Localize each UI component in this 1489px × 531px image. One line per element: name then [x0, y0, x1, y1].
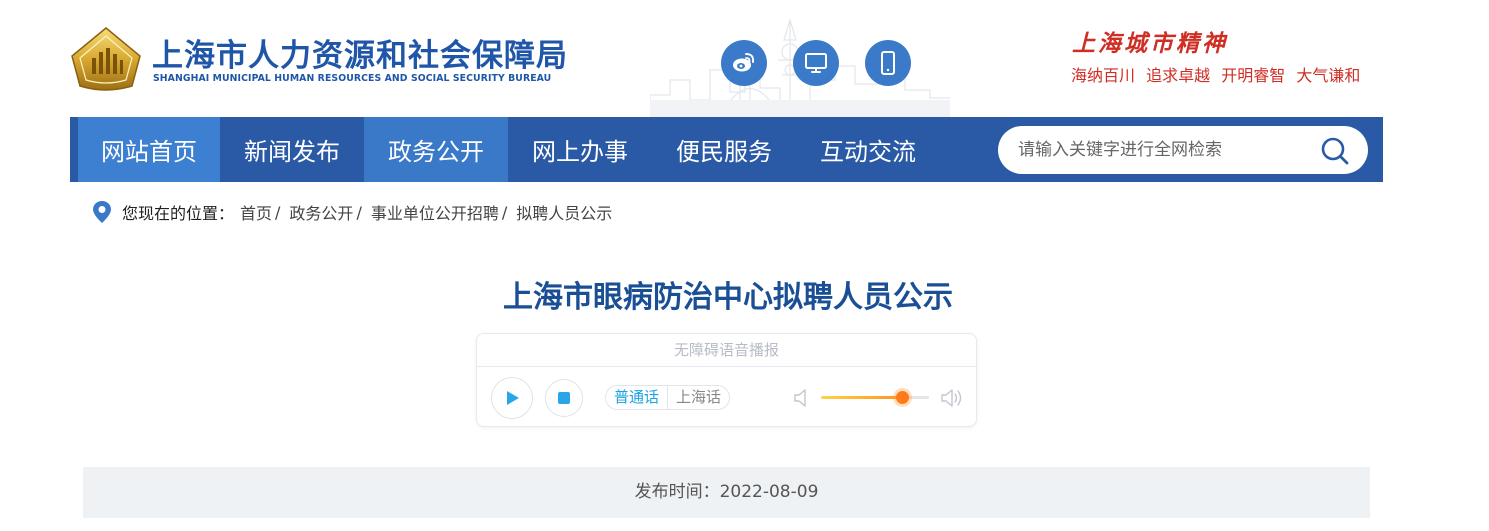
- weibo-button[interactable]: [721, 40, 767, 86]
- breadcrumb-government-affairs[interactable]: 政务公开: [289, 200, 353, 224]
- bureau-emblem-logo: [71, 27, 141, 91]
- language-mandarin[interactable]: 普通话: [606, 386, 667, 409]
- site-title: 上海市人力资源和社会保障局: [152, 38, 568, 74]
- breadcrumb-recruitment[interactable]: 事业单位公开招聘: [371, 200, 499, 224]
- nav-item-news[interactable]: 新闻发布: [220, 117, 364, 182]
- nav-item-online-services[interactable]: 网上办事: [508, 117, 652, 182]
- volume-low-icon[interactable]: [793, 388, 809, 408]
- breadcrumb: 您现在的位置： 首页 / 政务公开 / 事业单位公开招聘 / 拟聘人员公示: [92, 199, 612, 225]
- play-icon: [507, 391, 519, 405]
- volume-knob[interactable]: [896, 391, 909, 404]
- motto-item: 大气谦和: [1296, 66, 1361, 85]
- search-box: [998, 126, 1368, 174]
- play-button[interactable]: [491, 377, 533, 419]
- volume-slider[interactable]: [821, 391, 929, 404]
- publish-time: 发布时间：2022-08-09: [83, 467, 1370, 518]
- accessibility-audio-player: 无障碍语音播报 普通话 上海话: [476, 333, 977, 427]
- desktop-button[interactable]: [793, 40, 839, 86]
- mobile-icon: [881, 51, 895, 75]
- location-pin-icon: [93, 201, 111, 223]
- language-toggle: 普通话 上海话: [605, 385, 731, 410]
- motto-item: 海纳百川: [1071, 66, 1136, 85]
- breadcrumb-separator: /: [356, 202, 362, 222]
- nav-item-home[interactable]: 网站首页: [78, 117, 220, 182]
- site-subtitle: SHANGHAI MUNICIPAL HUMAN RESOURCES AND S…: [153, 73, 552, 84]
- main-nav: 网站首页 新闻发布 政务公开 网上办事 便民服务 互动交流: [70, 117, 1383, 182]
- search-icon[interactable]: [1320, 136, 1350, 166]
- motto-item: 开明睿智: [1221, 66, 1286, 85]
- volume-fill: [821, 396, 902, 399]
- motto-item: 追求卓越: [1146, 66, 1211, 85]
- breadcrumb-home[interactable]: 首页: [240, 200, 272, 224]
- nav-item-government-affairs[interactable]: 政务公开: [364, 117, 508, 182]
- city-spirit-motto: 海纳百川 追求卓越 开明睿智 大气谦和: [1071, 62, 1366, 86]
- volume-high-icon[interactable]: [940, 387, 964, 409]
- nav-item-public-services[interactable]: 便民服务: [652, 117, 796, 182]
- nav-item-interaction[interactable]: 互动交流: [796, 117, 940, 182]
- article-title: 上海市眼病防治中心拟聘人员公示: [503, 280, 953, 315]
- stop-icon: [558, 392, 570, 404]
- mobile-button[interactable]: [865, 40, 911, 86]
- player-header: 无障碍语音播报: [477, 334, 976, 367]
- breadcrumb-current[interactable]: 拟聘人员公示: [516, 200, 612, 224]
- language-shanghainese[interactable]: 上海话: [667, 386, 729, 409]
- breadcrumb-separator: /: [275, 202, 281, 222]
- breadcrumb-label: 您现在的位置：: [122, 204, 235, 223]
- breadcrumb-separator: /: [501, 202, 508, 222]
- city-spirit-title: 上海城市精神: [1072, 30, 1228, 57]
- desktop-icon: [805, 53, 827, 73]
- search-input[interactable]: [1018, 126, 1308, 174]
- stop-button[interactable]: [545, 379, 583, 417]
- weibo-icon: [733, 53, 755, 72]
- site-header: 上海市人力资源和社会保障局 SHANGHAI MUNICIPAL HUMAN R…: [0, 0, 1489, 117]
